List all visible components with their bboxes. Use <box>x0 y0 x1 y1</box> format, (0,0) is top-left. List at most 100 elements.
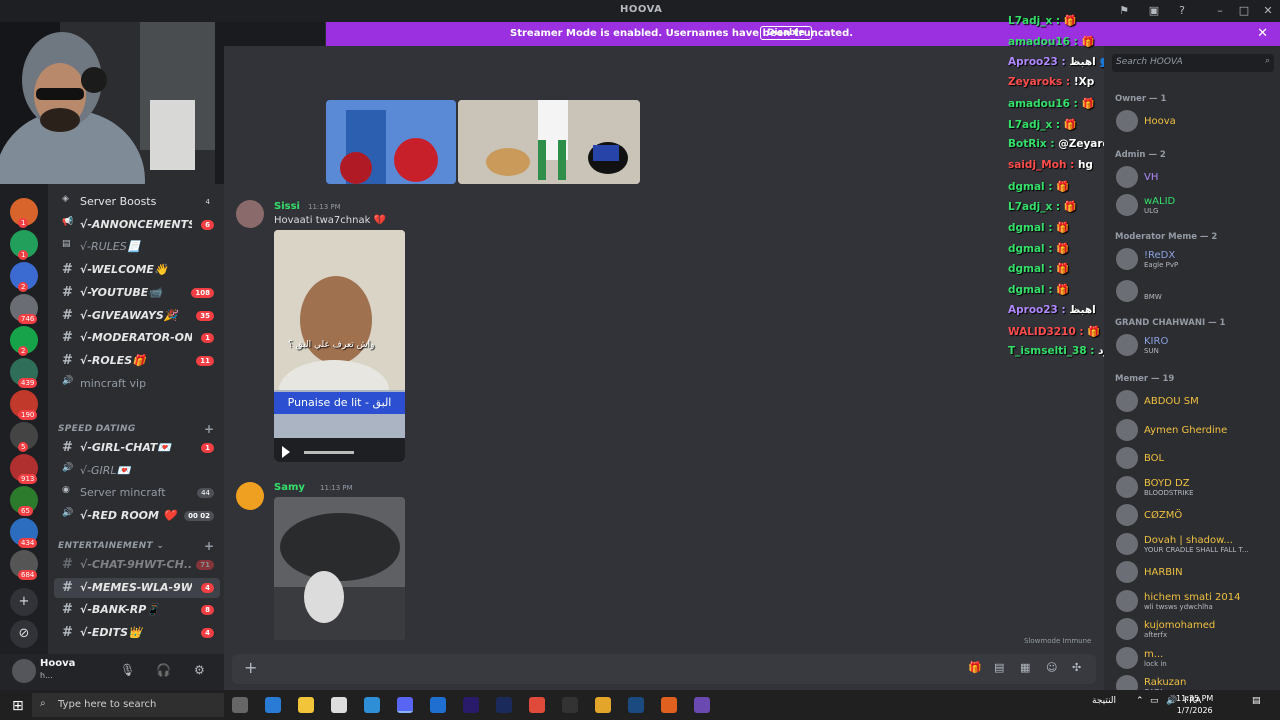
member-item[interactable]: m... lock in <box>1112 645 1276 671</box>
attachment-image[interactable] <box>458 100 640 184</box>
member-item[interactable]: kujomohamed afterfx <box>1112 616 1276 642</box>
add-channel-icon[interactable]: + <box>204 539 214 553</box>
member-item[interactable]: !ReDX Eagle PvP <box>1112 246 1276 272</box>
tray-arabic-label: النتيجة <box>1092 696 1117 706</box>
member-item[interactable]: ABDOU SM <box>1112 388 1276 414</box>
steam-icon[interactable] <box>628 697 644 713</box>
member-item[interactable]: Aymen Gherdine <box>1112 417 1276 443</box>
chrome-icon[interactable] <box>529 697 545 713</box>
obs-icon[interactable] <box>562 697 578 713</box>
search-input[interactable]: Search HOOVA ⌕ <box>1112 54 1274 72</box>
member-item[interactable]: KIRO SUN <box>1112 332 1276 358</box>
member-item[interactable]: BMW <box>1112 278 1276 304</box>
member-item[interactable]: BOL <box>1112 445 1276 471</box>
sticker-icon[interactable]: ▦ <box>1020 661 1030 674</box>
task-view-icon[interactable] <box>232 697 248 713</box>
member-item[interactable]: HARBIN <box>1112 559 1276 585</box>
channel-item[interactable]: # √-MODERATOR-ON... 1 <box>54 328 220 348</box>
avatar[interactable] <box>236 200 264 228</box>
apps-icon[interactable]: ✣ <box>1072 661 1081 674</box>
notepad-icon[interactable] <box>331 697 347 713</box>
outlook-icon[interactable] <box>430 697 446 713</box>
avatar[interactable] <box>236 482 264 510</box>
premiere-icon[interactable] <box>463 697 479 713</box>
screen-icon[interactable]: ▣ <box>1144 2 1164 20</box>
help-icon[interactable]: ? <box>1172 2 1192 20</box>
settings-gear-icon[interactable]: ⚙ <box>194 663 205 677</box>
attachment-image[interactable] <box>326 100 456 184</box>
add-server-icon[interactable]: + <box>10 588 38 616</box>
channel-item[interactable]: # √-GIVEAWAYS🎉 35 <box>54 306 220 326</box>
member-item[interactable]: Dovah | shadow... YOUR CRADLE SHALL FALL … <box>1112 531 1276 557</box>
channel-item[interactable]: 🔊 mincraft vip <box>54 374 220 394</box>
close-window-icon[interactable]: ✕ <box>1258 2 1278 20</box>
avatar[interactable] <box>12 659 36 683</box>
network-icon[interactable]: ▭ <box>1150 696 1159 706</box>
microphone-icon[interactable]: 🎙 <box>120 663 135 677</box>
channel-item[interactable]: # √-MEMES-WLA-9W... 4 <box>54 577 220 598</box>
channel-item[interactable]: 📢 √-ANNONCEMENTS... 6 <box>54 215 220 235</box>
disable-streamer-button[interactable]: Disable <box>760 26 812 40</box>
member-name: BOYD DZ <box>1144 477 1190 489</box>
file-explorer-icon[interactable] <box>298 697 314 713</box>
channel-item[interactable]: # √-BANK-RP📱 8 <box>54 600 220 620</box>
channel-item[interactable]: ▤ √-RULES📃 <box>54 237 220 257</box>
member-item[interactable]: Hoova <box>1112 108 1276 134</box>
channel-count: 8 <box>201 605 214 616</box>
message-author[interactable]: Sissi <box>274 201 300 212</box>
tray-chevron-icon[interactable]: ⌃ <box>1136 696 1144 706</box>
overlay-chat-user: amadou16 : <box>1008 97 1078 110</box>
explore-icon[interactable]: ⊘ <box>10 620 38 648</box>
edge-icon[interactable] <box>364 697 380 713</box>
message-composer[interactable]: + 🎁 ▤ ▦ ☺ ✣ <box>232 654 1096 684</box>
app-icon[interactable] <box>694 697 710 713</box>
new-messages-bar[interactable]: nce 6:45 PM Mark As Read <box>326 80 1104 100</box>
store-icon[interactable] <box>265 697 281 713</box>
channel-item[interactable]: # √-ROLES🎁 11 <box>54 351 220 371</box>
channel-item[interactable]: # √-CHAT-9HWT-CH... 71 <box>54 555 220 575</box>
gif-icon[interactable]: ▤ <box>994 661 1004 674</box>
discord-icon[interactable] <box>397 697 413 713</box>
minimize-icon[interactable]: – <box>1210 2 1230 20</box>
member-name: Aymen Gherdine <box>1144 424 1228 436</box>
video-attachment[interactable] <box>274 497 405 640</box>
category-speed-dating[interactable]: SPEED DATING + <box>58 422 214 436</box>
message-author[interactable]: Samy <box>274 482 305 493</box>
inbox-icon[interactable]: ⚑ <box>1114 2 1134 20</box>
close-icon[interactable]: ✕ <box>1257 26 1268 41</box>
overlay-chat-user: L7adj_x : <box>1008 118 1061 131</box>
app-icon[interactable] <box>661 697 677 713</box>
member-item[interactable]: BOYD DZ BLOODSTRIKE <box>1112 474 1276 500</box>
channel-item[interactable]: 🔊 √-RED ROOM ❤️ 00 02 <box>54 506 220 526</box>
channel-item[interactable]: # √-YOUTUBE📹 108 <box>54 283 220 303</box>
member-item[interactable]: wALID ULG <box>1112 192 1276 218</box>
member-item[interactable]: CØZMÖ <box>1112 502 1276 528</box>
channel-item[interactable]: # √-WELCOME👋 <box>54 260 220 280</box>
overlay-chat-line: Aproo23 : اهبظ <box>1008 304 1096 316</box>
add-channel-icon[interactable]: + <box>204 422 214 436</box>
photoshop-icon[interactable] <box>496 697 512 713</box>
category-entertainement[interactable]: ENTERTAINEMENT ⌄ + <box>58 539 214 553</box>
speaker-icon: 🔊 <box>62 375 74 386</box>
add-attachment-icon[interactable]: + <box>244 658 257 677</box>
notification-icon[interactable]: ▤ <box>1252 696 1261 706</box>
member-item[interactable]: VH <box>1112 164 1276 190</box>
overlay-chat-user: dgmal : <box>1008 284 1053 297</box>
channel-item[interactable]: 🔊 √-GIRL💌 <box>54 461 220 481</box>
clock[interactable]: 11:35 PM 1/7/2026 <box>1176 693 1213 717</box>
member-item[interactable]: hichem smati 2014 wli twsws ydwchlha <box>1112 588 1276 614</box>
taskbar-search-input[interactable]: ⌕ Type here to search <box>32 693 224 717</box>
channel-item[interactable]: # √-GIRL-CHAT💌 1 <box>54 438 220 458</box>
windows-start-icon[interactable]: ⊞ <box>12 698 24 714</box>
video-attachment[interactable]: واش تعرف علي البق ؟ Punaise de lit - الب… <box>274 230 405 462</box>
channel-item[interactable]: # √-EDITS👑 4 <box>54 623 220 643</box>
gift-icon[interactable]: 🎁 <box>968 661 982 674</box>
game-icon[interactable] <box>595 697 611 713</box>
headphones-icon[interactable]: 🎧 <box>156 663 171 677</box>
member-name: Rakuzan <box>1144 677 1187 688</box>
emoji-icon[interactable]: ☺ <box>1046 661 1057 674</box>
member-name: HARBIN <box>1144 567 1183 578</box>
channel-item[interactable]: ◈ Server Boosts 4 <box>54 192 220 212</box>
maximize-icon[interactable]: □ <box>1234 2 1254 20</box>
channel-item[interactable]: ◉ Server mincraft 44 <box>54 483 220 503</box>
